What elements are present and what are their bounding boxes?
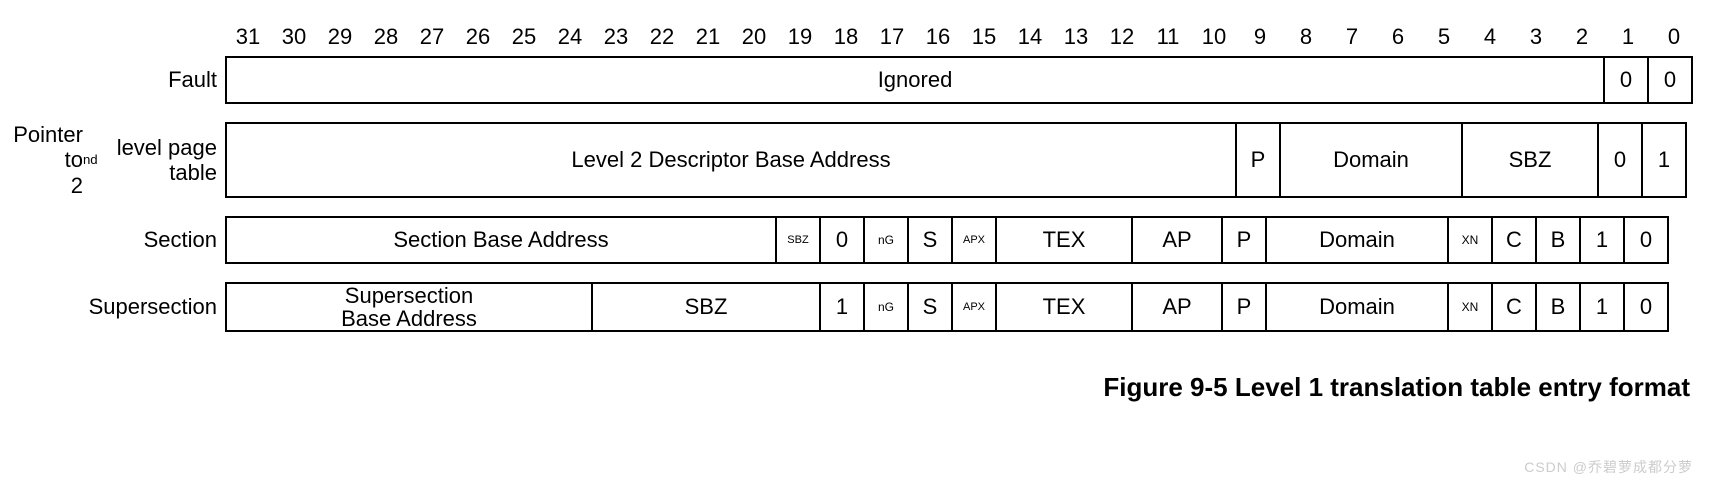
supersection-field-9: Domain [1265, 282, 1449, 332]
bit-18: 18 [823, 20, 869, 56]
bit-24: 24 [547, 20, 593, 56]
label-fault: Fault [10, 56, 225, 104]
pointer-field-3: SBZ [1461, 122, 1599, 198]
fault-field-2: 0 [1647, 56, 1693, 104]
pointer-field-5: 1 [1641, 122, 1687, 198]
section-field-14: 0 [1623, 216, 1669, 264]
section-field-7: AP [1131, 216, 1223, 264]
bit-19: 19 [777, 20, 823, 56]
row-pointer: Pointer to2nd level page table Level 2 D… [10, 122, 1710, 198]
bit-17: 17 [869, 20, 915, 56]
fields-pointer: Level 2 Descriptor Base AddressPDomainSB… [225, 122, 1697, 198]
section-field-13: 1 [1579, 216, 1625, 264]
bit-header-spacer [10, 20, 225, 56]
section-field-1: SBZ [775, 216, 821, 264]
supersection-field-12: B [1535, 282, 1581, 332]
bit-15: 15 [961, 20, 1007, 56]
section-field-0: Section Base Address [225, 216, 777, 264]
fault-field-1: 0 [1603, 56, 1649, 104]
bit-22: 22 [639, 20, 685, 56]
row-fault: Fault Ignored00 [10, 56, 1710, 104]
bit-9: 9 [1237, 20, 1283, 56]
diagram-wrap: 3130292827262524232221201918171615141312… [10, 20, 1710, 403]
pointer-field-1: P [1235, 122, 1281, 198]
supersection-field-11: C [1491, 282, 1537, 332]
bit-12: 12 [1099, 20, 1145, 56]
supersection-field-8: P [1221, 282, 1267, 332]
supersection-field-10: XN [1447, 282, 1493, 332]
supersection-field-2: 1 [819, 282, 865, 332]
section-field-12: B [1535, 216, 1581, 264]
bit-6: 6 [1375, 20, 1421, 56]
section-field-9: Domain [1265, 216, 1449, 264]
section-field-10: XN [1447, 216, 1493, 264]
bit-0: 0 [1651, 20, 1697, 56]
bit-27: 27 [409, 20, 455, 56]
supersection-field-0: SupersectionBase Address [225, 282, 593, 332]
bit-16: 16 [915, 20, 961, 56]
supersection-field-5: APX [951, 282, 997, 332]
bit-31: 31 [225, 20, 271, 56]
bit-25: 25 [501, 20, 547, 56]
bit-21: 21 [685, 20, 731, 56]
section-field-8: P [1221, 216, 1267, 264]
section-field-5: APX [951, 216, 997, 264]
label-pointer: Pointer to2nd level page table [10, 122, 225, 198]
pointer-field-2: Domain [1279, 122, 1463, 198]
bit-1: 1 [1605, 20, 1651, 56]
section-field-2: 0 [819, 216, 865, 264]
row-supersection: Supersection SupersectionBase AddressSBZ… [10, 282, 1710, 332]
bit-30: 30 [271, 20, 317, 56]
bit-26: 26 [455, 20, 501, 56]
supersection-field-1: SBZ [591, 282, 821, 332]
label-section: Section [10, 216, 225, 264]
fields-supersection: SupersectionBase AddressSBZ1nGSAPXTEXAPP… [225, 282, 1697, 332]
bit-10: 10 [1191, 20, 1237, 56]
section-field-11: C [1491, 216, 1537, 264]
supersection-field-6: TEX [995, 282, 1133, 332]
bit-3: 3 [1513, 20, 1559, 56]
bit-13: 13 [1053, 20, 1099, 56]
fields-section: Section Base AddressSBZ0nGSAPXTEXAPPDoma… [225, 216, 1697, 264]
watermark: CSDN @乔碧萝成都分萝 [1524, 457, 1693, 477]
pointer-field-0: Level 2 Descriptor Base Address [225, 122, 1237, 198]
bit-20: 20 [731, 20, 777, 56]
bit-28: 28 [363, 20, 409, 56]
supersection-field-3: nG [863, 282, 909, 332]
bit-8: 8 [1283, 20, 1329, 56]
fields-fault: Ignored00 [225, 56, 1697, 104]
bit-2: 2 [1559, 20, 1605, 56]
section-field-4: S [907, 216, 953, 264]
section-field-3: nG [863, 216, 909, 264]
bit-14: 14 [1007, 20, 1053, 56]
fault-field-0: Ignored [225, 56, 1605, 104]
pointer-field-4: 0 [1597, 122, 1643, 198]
figure-caption: Figure 9-5 Level 1 translation table ent… [10, 372, 1710, 403]
bit-header-row: 3130292827262524232221201918171615141312… [10, 20, 1710, 56]
bit-numbers: 3130292827262524232221201918171615141312… [225, 20, 1697, 56]
bit-11: 11 [1145, 20, 1191, 56]
supersection-field-14: 0 [1623, 282, 1669, 332]
bit-29: 29 [317, 20, 363, 56]
supersection-field-13: 1 [1579, 282, 1625, 332]
section-field-6: TEX [995, 216, 1133, 264]
label-supersection: Supersection [10, 282, 225, 332]
bit-23: 23 [593, 20, 639, 56]
supersection-field-4: S [907, 282, 953, 332]
bit-5: 5 [1421, 20, 1467, 56]
supersection-field-7: AP [1131, 282, 1223, 332]
bit-7: 7 [1329, 20, 1375, 56]
bit-4: 4 [1467, 20, 1513, 56]
row-section: Section Section Base AddressSBZ0nGSAPXTE… [10, 216, 1710, 264]
